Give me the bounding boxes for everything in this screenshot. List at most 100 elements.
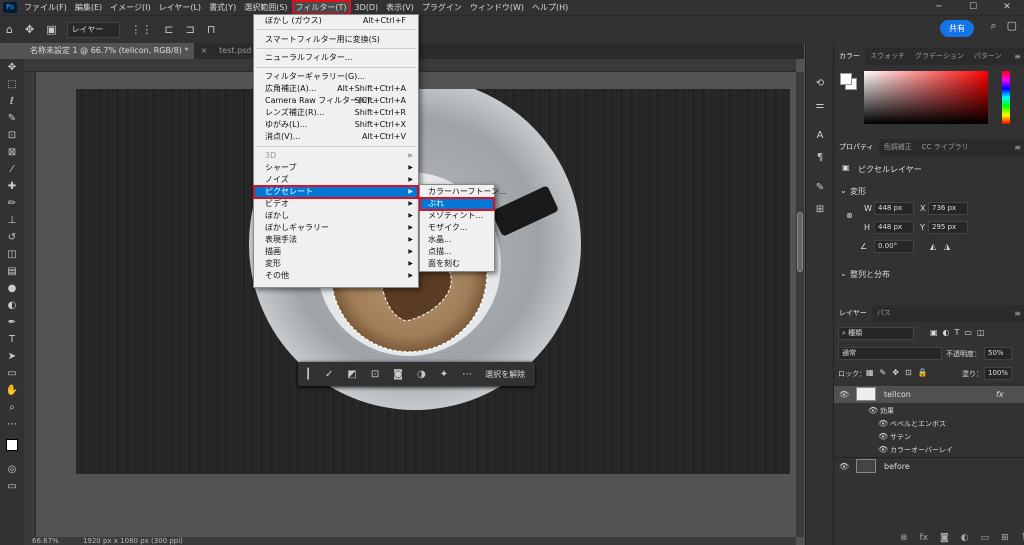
layer-name[interactable]: tellcon bbox=[884, 390, 911, 399]
submenu-item-mezzotint[interactable]: メゾティント... bbox=[420, 210, 494, 222]
path-select-icon[interactable]: ➤ bbox=[0, 348, 24, 365]
menu-item-gaussian-blur[interactable]: ぼかし (ガウス) Alt+Ctrl+F bbox=[254, 15, 418, 27]
marquee-tool-icon[interactable]: ⬚ bbox=[0, 76, 24, 93]
layer-select-dropdown[interactable]: レイヤー bbox=[66, 21, 121, 38]
menu-item-render[interactable]: 描画 ▶ bbox=[254, 246, 418, 258]
home-icon[interactable]: ⌂ bbox=[6, 23, 13, 36]
flip-vertical-icon[interactable]: ◮ bbox=[944, 242, 950, 251]
move-tool-icon[interactable]: ✥ bbox=[0, 59, 24, 76]
maximize-icon[interactable]: ☐ bbox=[956, 0, 990, 15]
panel-menu-icon[interactable]: ≡ bbox=[1014, 143, 1021, 152]
menu-item-sharpen[interactable]: シャープ ▶ bbox=[254, 162, 418, 174]
type-tool-icon[interactable]: T bbox=[0, 331, 24, 348]
menu-item-stylize[interactable]: 表現手法 ▶ bbox=[254, 234, 418, 246]
workspace-icon[interactable]: ▢ bbox=[1007, 19, 1017, 33]
menu-item-video[interactable]: ビデオ ▶ bbox=[254, 198, 418, 210]
tab-gradients[interactable]: グラデーション bbox=[910, 48, 969, 65]
filter-kind-dropdown[interactable]: ⌕ 種類 bbox=[838, 327, 914, 340]
menu-image[interactable]: イメージ(I) bbox=[106, 0, 154, 15]
layer-row-before[interactable]: 👁 before bbox=[834, 457, 1024, 474]
menu-item-adaptive-wide-angle[interactable]: 広角補正(A)... Alt+Shift+Ctrl+A bbox=[254, 83, 418, 95]
gradient-tool-icon[interactable]: ▤ bbox=[0, 263, 24, 280]
canvas[interactable] bbox=[76, 89, 790, 474]
transform-icon[interactable]: ⊡ bbox=[371, 369, 379, 380]
tab-layers[interactable]: レイヤー bbox=[834, 305, 872, 322]
menu-item-noise[interactable]: ノイズ ▶ bbox=[254, 174, 418, 186]
visibility-eye-icon[interactable]: 👁 bbox=[839, 462, 849, 471]
brush-settings-icon[interactable]: ✎ bbox=[806, 177, 834, 199]
group-icon[interactable]: ▭ bbox=[981, 533, 990, 543]
align-right-icon[interactable]: ⊓ bbox=[207, 23, 216, 36]
menu-plugins[interactable]: プラグイン bbox=[418, 0, 466, 15]
tab-swatches[interactable]: スウォッチ bbox=[865, 48, 910, 65]
hand-tool-icon[interactable]: ✋ bbox=[0, 382, 24, 399]
foreground-color-swatch[interactable] bbox=[840, 73, 852, 85]
menu-file[interactable]: ファイル(F) bbox=[20, 0, 71, 15]
vertical-scrollbar[interactable] bbox=[796, 72, 804, 537]
align-left-icon[interactable]: ⊏ bbox=[164, 23, 173, 36]
more-icon[interactable]: ⋯ bbox=[462, 369, 472, 380]
clone-source-icon[interactable]: ⊞ bbox=[806, 199, 834, 221]
lasso-tool-icon[interactable]: ℓ bbox=[0, 93, 24, 110]
select-inverse-icon[interactable]: ◩ bbox=[347, 369, 356, 380]
submenu-item-color-halftone[interactable]: カラーハーフトーン... bbox=[420, 186, 507, 198]
zoom-tool-icon[interactable]: ⌕ bbox=[0, 399, 24, 416]
visibility-eye-icon[interactable]: 👁 bbox=[878, 445, 888, 454]
auto-select-icon[interactable]: ▣ bbox=[46, 23, 56, 36]
menu-item-distort[interactable]: 変形 ▶ bbox=[254, 258, 418, 270]
pen-tool-icon[interactable]: ✒ bbox=[0, 314, 24, 331]
blend-mode-dropdown[interactable]: 通常 bbox=[838, 347, 942, 360]
x-field[interactable]: 736 px bbox=[928, 202, 968, 215]
stamp-tool-icon[interactable]: ⊥ bbox=[0, 212, 24, 229]
fx-button-icon[interactable]: fx bbox=[920, 533, 929, 543]
menu-item-other[interactable]: その他 ▶ bbox=[254, 270, 418, 282]
tab-close-icon[interactable]: × bbox=[194, 43, 213, 59]
adjust-icon[interactable]: ◑ bbox=[417, 369, 426, 380]
color-swatch-icon[interactable] bbox=[0, 433, 24, 461]
history-icon[interactable]: ⟲ bbox=[806, 73, 834, 95]
tab-properties[interactable]: プロパティ bbox=[834, 139, 879, 156]
blur-tool-icon[interactable]: ● bbox=[0, 280, 24, 297]
layer-filter-icons[interactable]: ▣◐T▭◫ bbox=[930, 328, 990, 337]
submenu-item-fragment[interactable]: ぶれ bbox=[419, 197, 495, 211]
new-layer-icon[interactable]: ⊞ bbox=[1001, 533, 1009, 543]
visibility-eye-icon[interactable]: 👁 bbox=[839, 390, 849, 399]
close-icon[interactable]: ✕ bbox=[990, 0, 1024, 15]
tab-paths[interactable]: パス bbox=[872, 305, 896, 322]
menu-3d[interactable]: 3D(D) bbox=[351, 0, 383, 15]
crop-tool-icon[interactable]: ⊡ bbox=[0, 127, 24, 144]
visibility-eye-icon[interactable]: 👁 bbox=[878, 432, 888, 441]
screen-mode-icon[interactable]: ▭ bbox=[0, 478, 24, 495]
link-layers-icon[interactable]: ⊗ bbox=[900, 533, 908, 543]
fx-icon[interactable]: fx bbox=[996, 390, 1004, 399]
menu-edit[interactable]: 編集(E) bbox=[71, 0, 106, 15]
menu-type[interactable]: 書式(Y) bbox=[205, 0, 240, 15]
visibility-eye-icon[interactable]: 👁 bbox=[868, 406, 878, 415]
transform-chevron-icon[interactable]: ⌄ bbox=[840, 186, 847, 195]
menu-item-pixelate[interactable]: ピクセレート ▶ bbox=[253, 185, 419, 199]
height-field[interactable]: 448 px bbox=[874, 221, 914, 234]
angle-field[interactable]: 0.00° bbox=[874, 240, 914, 253]
link-icon[interactable]: ⊗ bbox=[846, 211, 853, 220]
dodge-tool-icon[interactable]: ◐ bbox=[0, 297, 24, 314]
panel-menu-icon[interactable]: ≡ bbox=[1014, 52, 1021, 61]
fill-field[interactable]: 100% bbox=[984, 367, 1012, 380]
minimize-icon[interactable]: ─ bbox=[922, 0, 956, 15]
healing-tool-icon[interactable]: ✚ bbox=[0, 178, 24, 195]
submenu-item-facet[interactable]: 面を刻む bbox=[420, 258, 494, 270]
layer-name[interactable]: before bbox=[884, 462, 910, 471]
visibility-eye-icon[interactable]: 👁 bbox=[878, 419, 888, 428]
menu-help[interactable]: ヘルプ(H) bbox=[528, 0, 572, 15]
paragraph-icon[interactable]: ¶ bbox=[806, 147, 834, 169]
transform-controls-icon[interactable]: ⋮⋮ bbox=[130, 23, 152, 36]
menu-item-blur-gallery[interactable]: ぼかしギャラリー ▶ bbox=[254, 222, 418, 234]
select-brush-icon[interactable]: ✓ bbox=[325, 369, 333, 380]
mask-icon[interactable]: ◙ bbox=[393, 369, 403, 380]
add-mask-icon[interactable]: ◙ bbox=[940, 533, 949, 543]
color-field[interactable] bbox=[864, 71, 988, 124]
menu-item-camera-raw[interactable]: Camera Raw フィルター(C)... Shift+Ctrl+A bbox=[254, 95, 418, 107]
fill-icon[interactable]: ✦ bbox=[440, 369, 448, 380]
shape-tool-icon[interactable]: ▭ bbox=[0, 365, 24, 382]
y-field[interactable]: 295 px bbox=[928, 221, 968, 234]
menu-item-neural-filters[interactable]: ニューラルフィルター... bbox=[254, 52, 418, 64]
